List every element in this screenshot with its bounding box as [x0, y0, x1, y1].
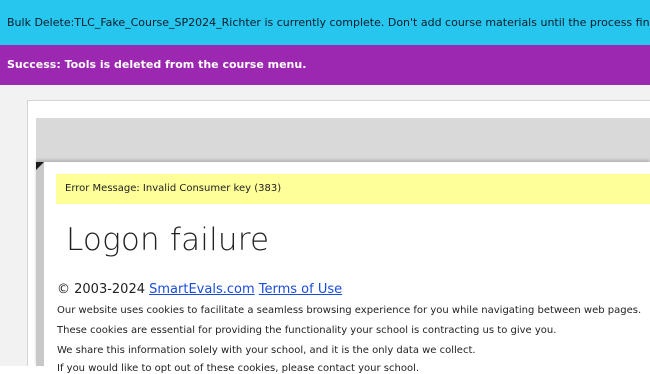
cookie-notice-line-4: If you would like to opt out of these co… [57, 363, 420, 374]
copyright-line: © 2003-2024 SmartEvals.com Terms of Use [57, 282, 342, 297]
success-banner: Success: Tools is deleted from the cours… [0, 45, 650, 85]
frame-header-band [36, 118, 650, 162]
cookie-notice-line-3: We share this information solely with yo… [57, 345, 476, 356]
copyright-text: © 2003-2024 [57, 282, 145, 297]
success-text: Success: Tools is deleted from the cours… [7, 58, 307, 71]
frame-corner-marker [36, 162, 44, 170]
cookie-notice-line-1: Our website uses cookies to facilitate a… [57, 305, 642, 316]
cookie-notice-line-2: These cookies are essential for providin… [57, 325, 557, 336]
terms-of-use-link[interactable]: Terms of Use [259, 282, 342, 297]
bulk-delete-info-banner: Bulk Delete:TLC_Fake_Course_SP2024_Richt… [0, 0, 650, 45]
logon-failure-heading: Logon failure [66, 222, 270, 258]
smartevals-link[interactable]: SmartEvals.com [149, 282, 254, 297]
error-message-text: Error Message: Invalid Consumer key (383… [65, 183, 282, 194]
bulk-delete-info-text: Bulk Delete:TLC_Fake_Course_SP2024_Richt… [7, 16, 650, 29]
error-message-box: Error Message: Invalid Consumer key (383… [56, 174, 650, 204]
